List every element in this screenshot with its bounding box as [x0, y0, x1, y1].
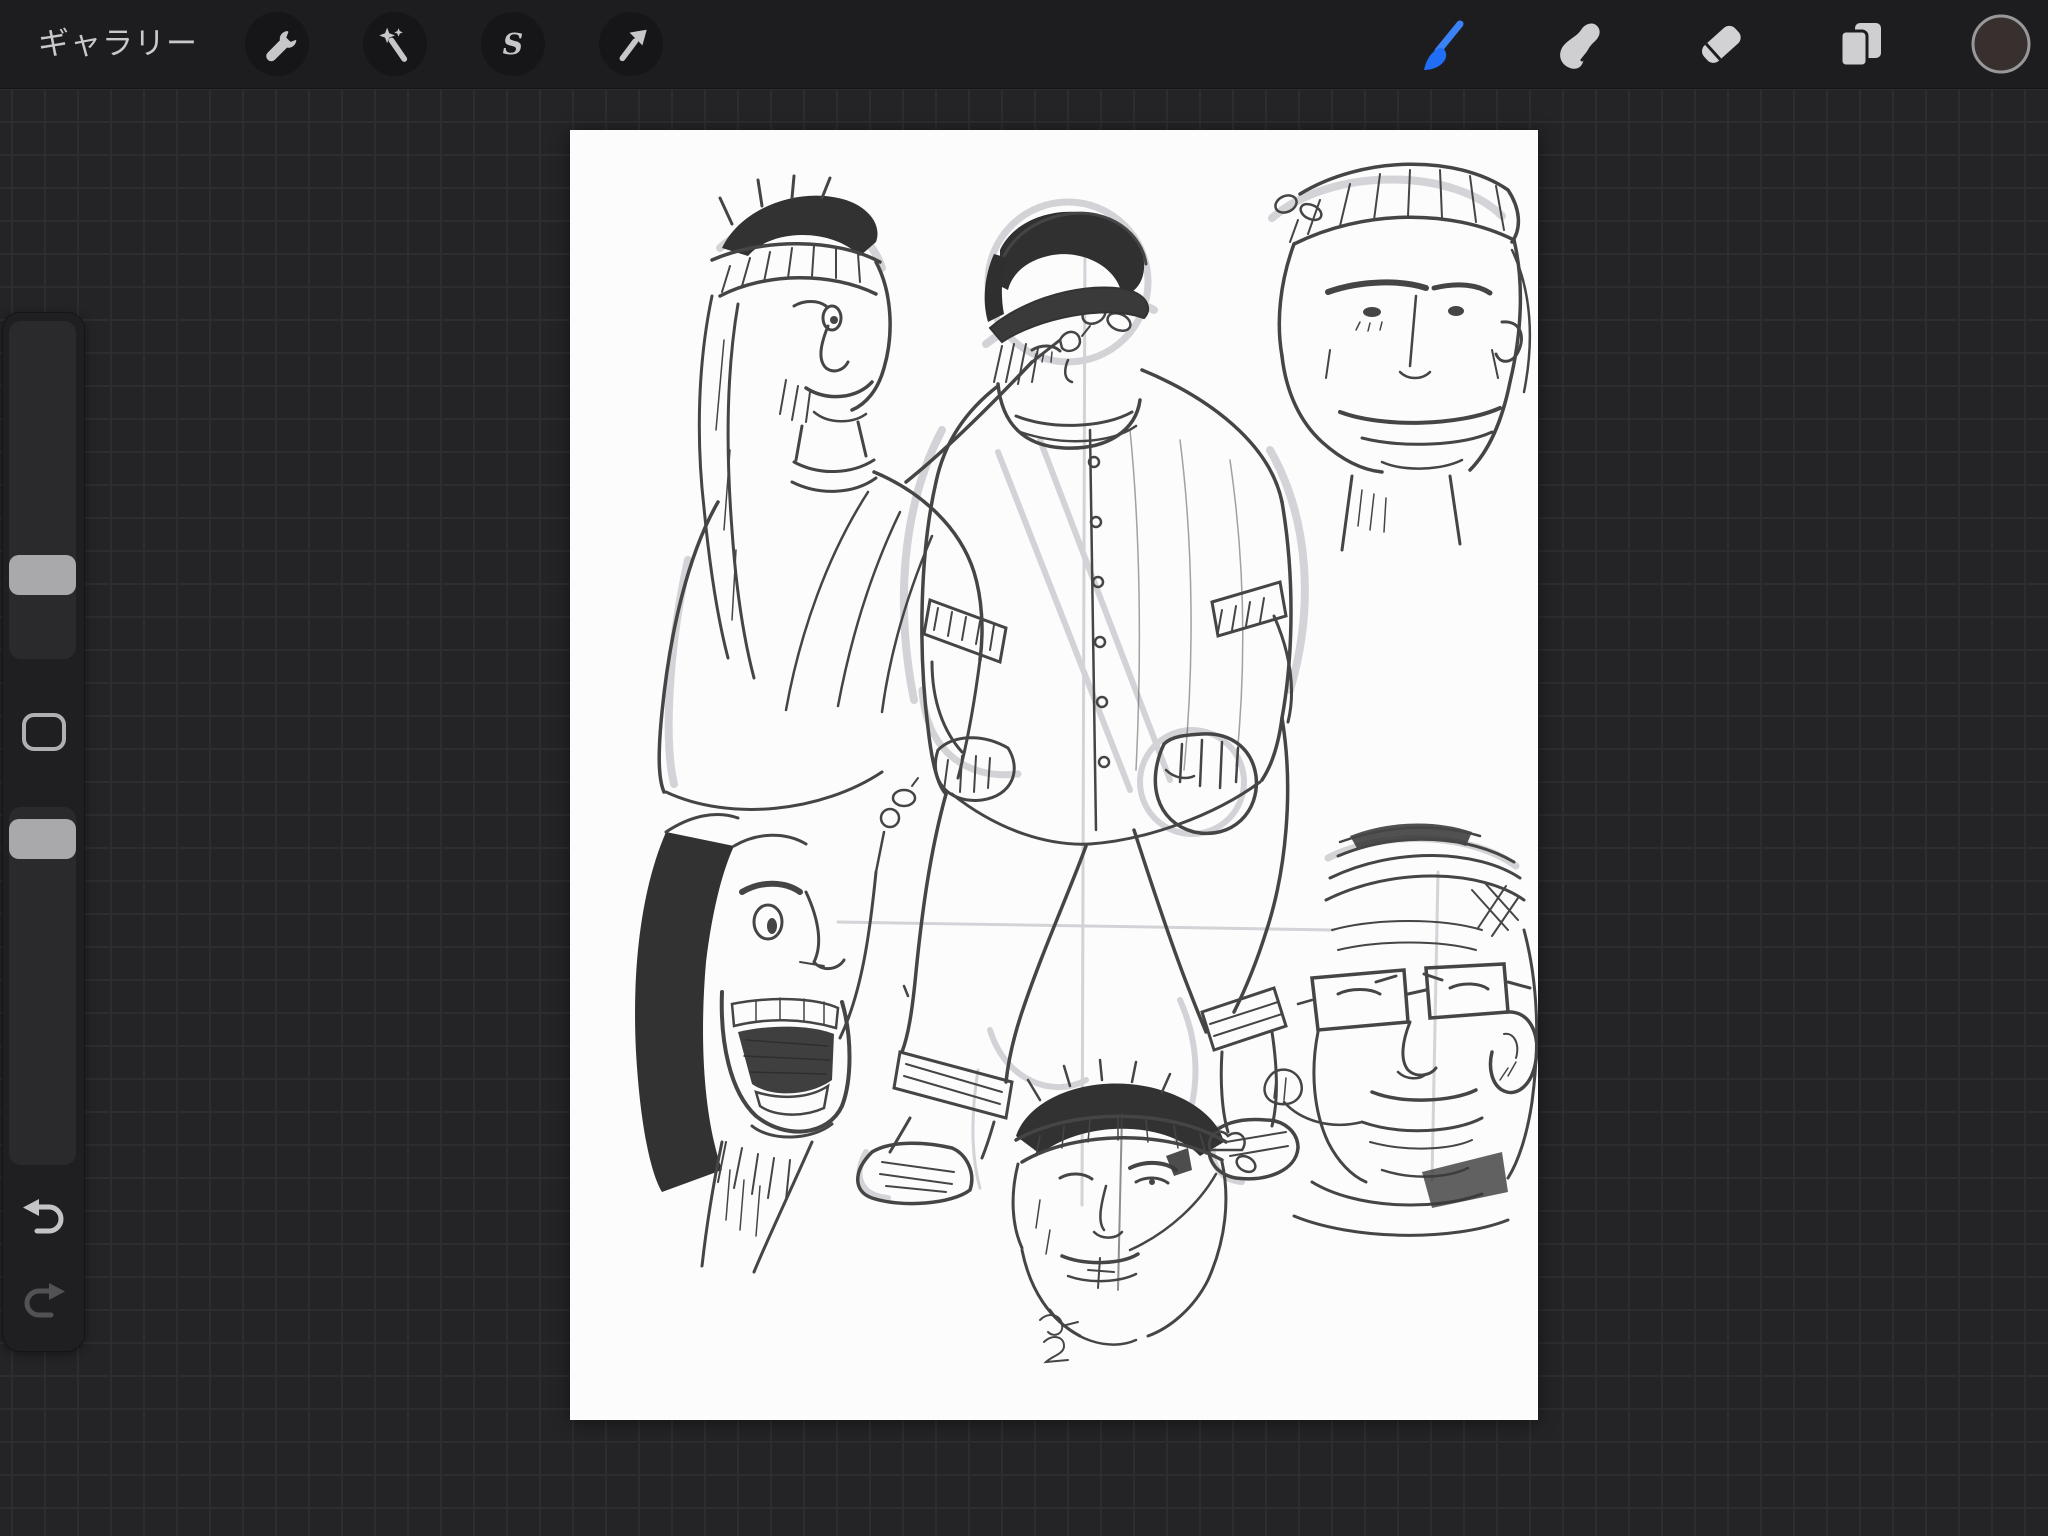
procreate-app: ギャラリー S	[0, 0, 2048, 1536]
layers-icon	[1832, 16, 1888, 72]
drawing-canvas[interactable]	[570, 130, 1538, 1420]
brush-size-slider[interactable]	[9, 321, 76, 659]
sketch-head-top-right	[1273, 164, 1530, 550]
smudge-finger-icon	[1552, 16, 1608, 72]
paintbrush-icon	[1414, 16, 1470, 72]
workspace-background	[0, 88, 2048, 1536]
selection-button[interactable]: S	[481, 12, 545, 76]
sidebar	[2, 312, 85, 1352]
paint-tool-button[interactable]	[1414, 16, 1470, 72]
selection-s-icon: S	[493, 24, 533, 64]
eraser-icon	[1693, 16, 1749, 72]
transform-button[interactable]	[599, 12, 663, 76]
wrench-icon	[257, 24, 297, 64]
erase-tool-button[interactable]	[1693, 16, 1749, 72]
move-arrow-icon	[611, 24, 651, 64]
modify-button[interactable]	[22, 713, 66, 751]
top-toolbar: ギャラリー S	[0, 0, 2048, 89]
svg-text:S: S	[503, 27, 524, 61]
redo-icon	[21, 1281, 67, 1321]
undo-button[interactable]	[21, 1197, 67, 1240]
sketch-artwork	[570, 130, 1538, 1420]
brush-size-slider-handle[interactable]	[9, 555, 76, 595]
gallery-button[interactable]: ギャラリー	[38, 0, 198, 88]
magic-wand-icon	[375, 24, 415, 64]
layers-button[interactable]	[1832, 16, 1888, 72]
smudge-tool-button[interactable]	[1552, 16, 1608, 72]
undo-icon	[21, 1197, 67, 1237]
redo-button[interactable]	[21, 1281, 67, 1324]
actions-button[interactable]	[245, 12, 309, 76]
color-swatch	[1970, 13, 2032, 75]
color-swatch-button[interactable]	[1970, 13, 2032, 75]
opacity-slider-handle[interactable]	[9, 819, 76, 859]
opacity-slider[interactable]	[9, 807, 76, 1165]
adjustments-button[interactable]	[363, 12, 427, 76]
sketch-glasses-head-right	[1265, 823, 1537, 1235]
